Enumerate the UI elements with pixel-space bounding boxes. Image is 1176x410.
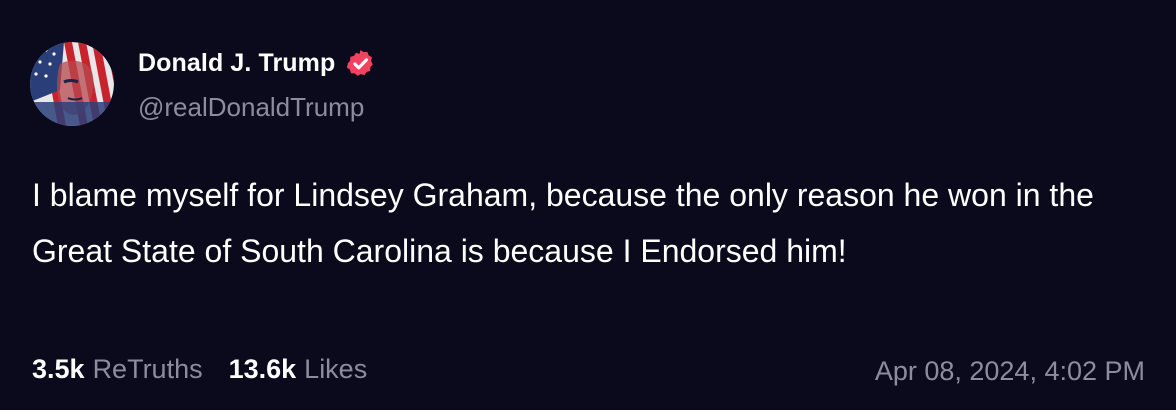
likes-count: 13.6k xyxy=(228,354,297,384)
flag-portrait-avatar-icon xyxy=(30,42,114,126)
author-display-name[interactable]: Donald J. Trump xyxy=(138,49,335,78)
likes-label: Likes xyxy=(304,354,368,384)
retruths-stat[interactable]: 3.5k ReTruths xyxy=(32,354,203,385)
verified-badge-icon xyxy=(345,48,376,79)
post-card: Donald J. Trump @realDonaldTrump I blame… xyxy=(0,0,1176,410)
post-stats: 3.5k ReTruths 13.6k Likes xyxy=(32,354,367,385)
post-body-text: I blame myself for Lindsey Graham, becau… xyxy=(32,177,1094,269)
avatar[interactable] xyxy=(30,42,114,126)
retruths-count: 3.5k xyxy=(32,354,85,384)
retruths-label: ReTruths xyxy=(92,354,203,384)
author-handle[interactable]: @realDonaldTrump xyxy=(138,92,364,123)
post-timestamp[interactable]: Apr 08, 2024, 4:02 PM xyxy=(875,356,1145,387)
author-name-row: Donald J. Trump xyxy=(138,48,376,79)
likes-stat[interactable]: 13.6k Likes xyxy=(229,354,368,385)
